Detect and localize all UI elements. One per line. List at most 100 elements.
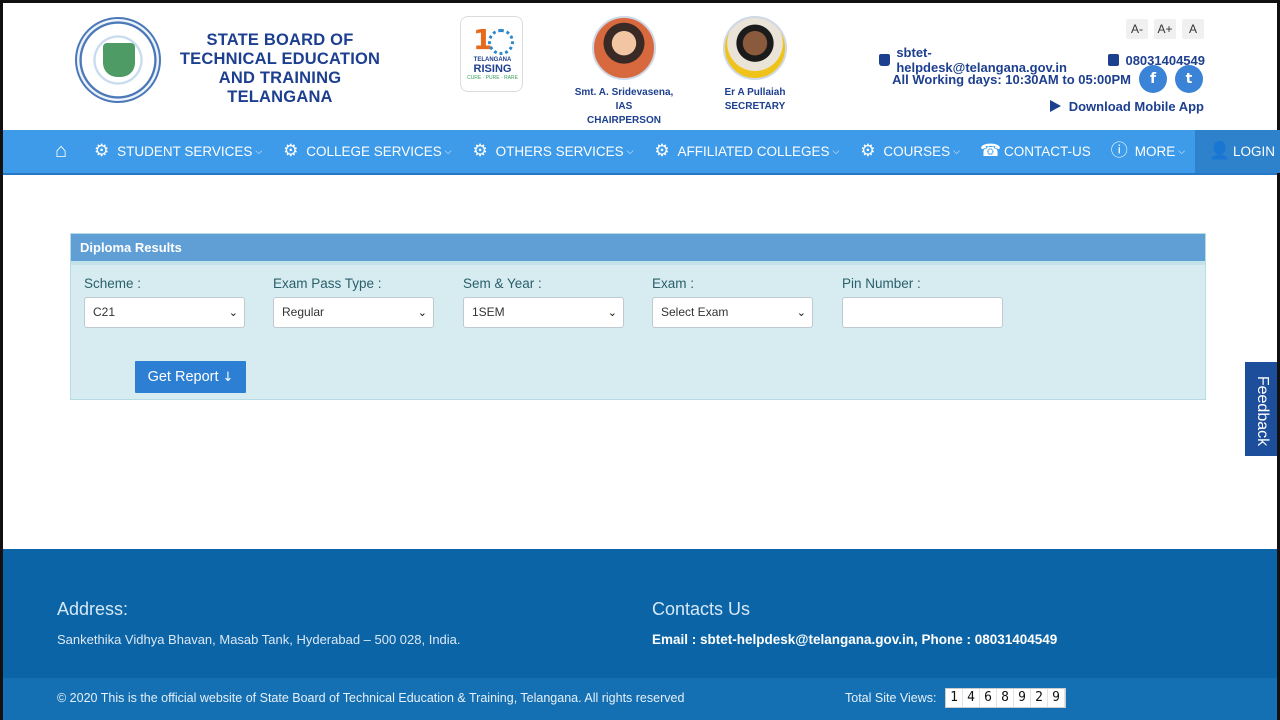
sem-year-label: Sem & Year : (463, 276, 542, 291)
counter-digit: 6 (980, 689, 997, 707)
working-hours-row: All Working days: 10:30AM to 05:00PM f t (883, 65, 1203, 93)
chairperson-photo (592, 16, 656, 80)
exam-value: Select Exam (661, 305, 729, 319)
font-reset-button[interactable]: A (1182, 19, 1204, 39)
gear-icon: ⚙ (472, 141, 488, 161)
gear-icon: ⚙ (654, 141, 670, 161)
download-mobile-app-link[interactable]: Download Mobile App (1003, 99, 1204, 114)
sem-year-field: Sem & Year : 1SEM ⌄ (463, 276, 625, 328)
nav-courses[interactable]: ⚙ COURSES ⌵ (849, 130, 970, 173)
nav-label: COLLEGE SERVICES (306, 144, 442, 159)
sem-year-value: 1SEM (472, 305, 505, 319)
footer-bottom-bar: © 2020 This is the official website of S… (3, 678, 1277, 720)
play-icon (1049, 100, 1061, 112)
secretary-name: Er A Pullaiah (724, 87, 786, 98)
chevron-down-icon: ⌵ (444, 146, 452, 157)
secretary-title: SECRETARY (724, 101, 786, 112)
chevron-down-icon: ⌵ (832, 146, 840, 157)
scheme-label: Scheme : (84, 276, 142, 291)
exam-select[interactable]: Select Exam ⌄ (652, 297, 813, 328)
gear-icon: ⚙ (93, 141, 110, 161)
get-report-label: Get Report (147, 369, 219, 385)
nav-label: CONTACT-US (1003, 144, 1091, 159)
info-icon: ⓘ (1110, 141, 1128, 161)
exam-pass-type-select[interactable]: Regular ⌄ (273, 297, 434, 328)
chevron-down-icon: ⌄ (796, 306, 806, 319)
gear-icon: ⚙ (860, 141, 876, 161)
telangana-rising-logo: 1 TELANGANA RISING CURE · PURE · RARE (460, 16, 523, 92)
chevron-down-icon: ⌵ (255, 146, 263, 157)
home-icon[interactable]: ⌂ (51, 130, 83, 173)
exam-pass-type-value: Regular (282, 305, 325, 319)
site-views-label: Total Site Views: (845, 691, 937, 705)
nav-college-services[interactable]: ⚙ COLLEGE SERVICES ⌵ (272, 130, 461, 173)
scheme-field: Scheme : C21 ⌄ (84, 276, 246, 328)
chevron-down-icon: ⌄ (417, 306, 427, 319)
org-title: STATE BOARD OF TECHNICAL EDUCATION AND T… (179, 31, 381, 106)
address-heading: Address: (57, 599, 129, 619)
chevron-down-icon: ⌵ (953, 146, 960, 157)
download-app-label: Download Mobile App (1068, 99, 1204, 114)
counter-digit: 8 (997, 689, 1014, 707)
nav-label: STUDENT SERVICES (117, 144, 253, 159)
sbtet-logo[interactable] (75, 17, 161, 103)
site-footer: Address: Sankethika Vidhya Bhavan, Masab… (3, 549, 1277, 678)
get-report-button[interactable]: Get Report ↓ (135, 361, 246, 393)
gear-icon: ⚙ (283, 141, 299, 161)
rising-line3: CURE · PURE · RARE (467, 75, 518, 81)
user-icon: 👤 (1209, 141, 1231, 161)
nav-login[interactable]: 👤 LOGIN (1195, 130, 1280, 173)
secretary-photo (723, 16, 787, 80)
facebook-icon[interactable]: f (1139, 65, 1167, 93)
exam-pass-type-label: Exam Pass Type : (273, 276, 382, 291)
phone-icon: ☎ (979, 141, 1002, 161)
nav-label: OTHERS SERVICES (495, 144, 624, 159)
chairperson-name: Smt. A. Sridevasena, (574, 87, 674, 98)
nav-label: MORE (1134, 144, 1176, 159)
exam-field: Exam : Select Exam ⌄ (652, 276, 814, 328)
font-decrease-button[interactable]: A- (1126, 19, 1148, 39)
nav-label: LOGIN (1233, 144, 1276, 159)
address-text: Sankethika Vidhya Bhavan, Masab Tank, Hy… (57, 632, 461, 647)
counter-digit: 9 (1014, 689, 1031, 707)
font-size-tools: A- A+ A (1126, 19, 1204, 39)
pin-number-input[interactable] (842, 297, 1003, 328)
contacts-heading: Contacts Us (652, 599, 751, 619)
site-views-counter: 1 4 6 8 9 2 9 (945, 688, 1066, 708)
chairperson-ias: IAS (615, 101, 633, 112)
nav-label: AFFILIATED COLLEGES (677, 144, 830, 159)
arrow-down-icon: ↓ (222, 370, 234, 385)
chairperson-title: CHAIRPERSON (587, 115, 661, 126)
pin-number-label: Pin Number : (842, 276, 921, 291)
nav-contact-us[interactable]: ☎ CONTACT-US (970, 130, 1101, 173)
scheme-select[interactable]: C21 ⌄ (84, 297, 245, 328)
rising-line2: RISING (473, 63, 512, 75)
panel-title: Diploma Results (71, 234, 1205, 265)
counter-digit: 9 (1048, 689, 1065, 707)
site-header: STATE BOARD OF TECHNICAL EDUCATION AND T… (3, 3, 1277, 130)
chevron-down-icon: ⌵ (1178, 146, 1186, 157)
feedback-label: Feedback (1254, 375, 1271, 447)
diploma-results-panel: Diploma Results Scheme : C21 ⌄ Exam Pass … (70, 233, 1206, 400)
exam-label: Exam : (652, 276, 695, 291)
exam-pass-type-field: Exam Pass Type : Regular ⌄ (273, 276, 435, 328)
nav-student-services[interactable]: ⚙ STUDENT SERVICES ⌵ (83, 130, 272, 173)
copyright: © 2020 This is the official website of S… (57, 691, 685, 705)
counter-digit: 2 (1031, 689, 1048, 707)
working-days: All Working days: 10:30AM to 05:00PM (892, 71, 1131, 87)
nav-affiliated-colleges[interactable]: ⚙ AFFILIATED COLLEGES ⌵ (643, 130, 849, 173)
nav-more[interactable]: ⓘ MORE ⌵ (1101, 130, 1195, 173)
chairperson-card: Smt. A. Sridevasena, IAS CHAIRPERSON (569, 16, 679, 128)
main-nav: ⌂ ⚙ STUDENT SERVICES ⌵ ⚙ COLLEGE SERVICES ⌵ … (3, 130, 1280, 175)
chevron-down-icon: ⌄ (228, 306, 238, 319)
counter-digit: 4 (963, 689, 980, 707)
font-increase-button[interactable]: A+ (1154, 19, 1176, 39)
secretary-card: Er A Pullaiah SECRETARY (709, 16, 801, 114)
chevron-down-icon: ⌵ (626, 146, 634, 157)
feedback-tab[interactable]: Feedback (1243, 360, 1277, 458)
contacts-text: Email : sbtet-helpdesk@telangana.gov.in,… (652, 632, 1058, 647)
nav-others-services[interactable]: ⚙ OTHERS SERVICES ⌵ (462, 130, 644, 173)
sem-year-select[interactable]: 1SEM ⌄ (463, 297, 624, 328)
twitter-icon[interactable]: t (1175, 65, 1203, 93)
counter-digit: 1 (946, 689, 963, 707)
